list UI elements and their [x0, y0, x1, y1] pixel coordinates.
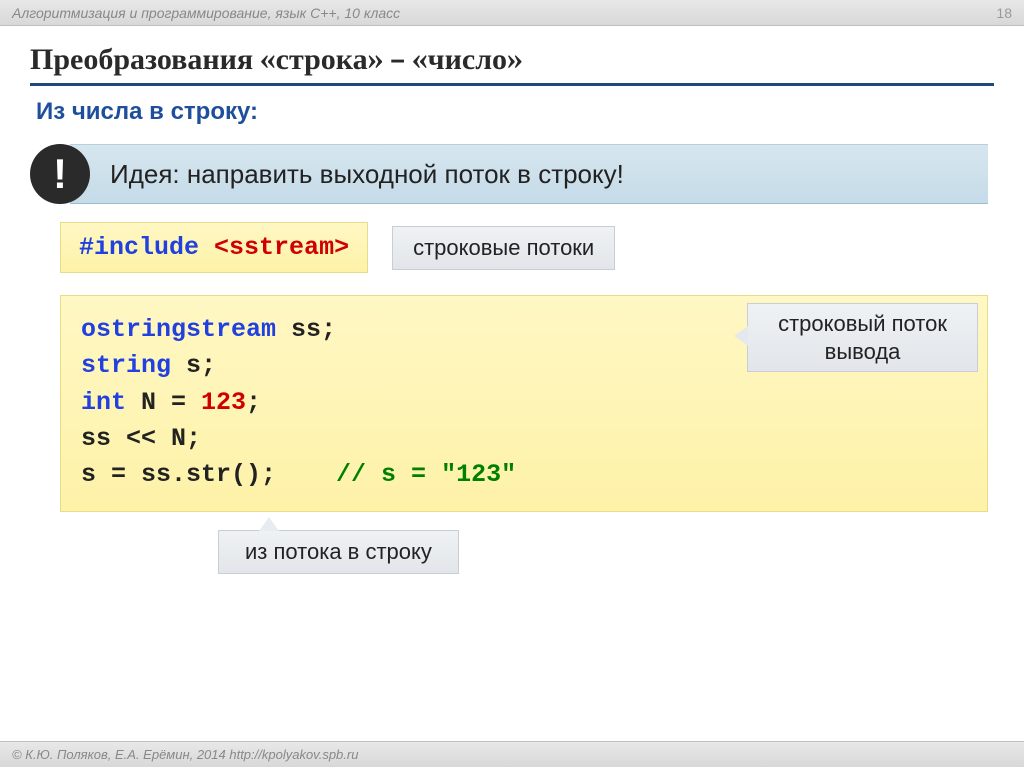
- title-row: Преобразования «строка» – «число»: [0, 26, 1024, 90]
- callout-string-streams: строковые потоки: [392, 226, 615, 270]
- callout-stream-to-string: из потока в строку: [218, 530, 459, 574]
- code-line-4: ss << N;: [81, 421, 967, 457]
- copyright: © К.Ю. Поляков, Е.А. Ерёмин, 2014 http:/…: [12, 747, 358, 762]
- include-code: #include <sstream>: [60, 222, 368, 273]
- code-line-5: s = ss.str(); // s = "123": [81, 457, 967, 493]
- include-directive: #include: [79, 233, 199, 262]
- code-line-3: int N = 123;: [81, 385, 967, 421]
- footer-bar: © К.Ю. Поляков, Е.А. Ерёмин, 2014 http:/…: [0, 741, 1024, 767]
- exclamation-icon: !: [30, 144, 90, 204]
- include-header: <sstream>: [214, 233, 349, 262]
- callout-output-stream: строковый поток вывода: [747, 303, 978, 372]
- page-number: 18: [996, 5, 1012, 21]
- code-block-wrap: ostringstream ss; string s; int N = 123;…: [60, 295, 988, 574]
- slide-title: Преобразования «строка» – «число»: [30, 42, 994, 86]
- idea-row: ! Идея: направить выходной поток в строк…: [30, 144, 988, 204]
- header-bar: Алгоритмизация и программирование, язык …: [0, 0, 1024, 26]
- idea-text: Идея: направить выходной поток в строку!: [70, 144, 988, 204]
- slide-subtitle: Из числа в строку:: [0, 90, 1024, 138]
- course-title: Алгоритмизация и программирование, язык …: [12, 5, 400, 21]
- include-row: #include <sstream> строковые потоки: [60, 222, 988, 273]
